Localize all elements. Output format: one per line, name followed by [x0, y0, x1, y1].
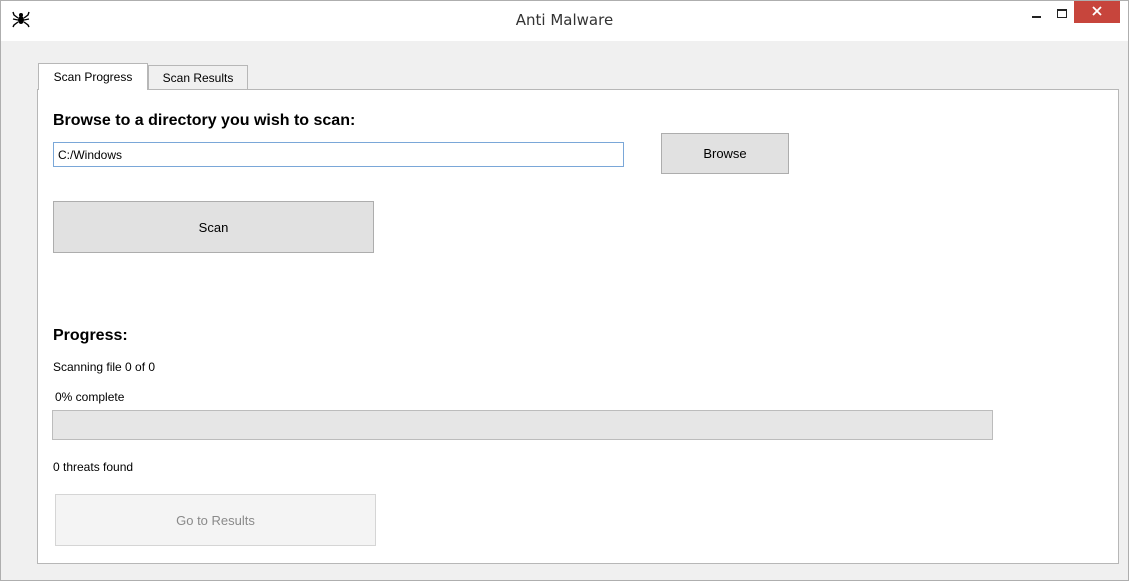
browse-button[interactable]: Browse	[661, 133, 789, 174]
close-icon	[1092, 3, 1102, 21]
progress-heading: Progress:	[53, 327, 128, 344]
maximize-button[interactable]	[1047, 1, 1077, 25]
tab-scan-progress[interactable]: Scan Progress	[38, 63, 148, 90]
tab-scan-results[interactable]: Scan Results	[148, 65, 248, 89]
go-to-results-button[interactable]: Go to Results	[55, 494, 376, 546]
minimize-icon	[1031, 8, 1041, 18]
browse-heading: Browse to a directory you wish to scan:	[53, 112, 356, 129]
title-bar[interactable]: Anti Malware	[1, 1, 1128, 41]
close-button[interactable]	[1074, 1, 1120, 23]
scan-progress-bar	[52, 410, 993, 440]
percent-complete-text: 0% complete	[55, 390, 125, 404]
directory-path-input[interactable]	[53, 142, 624, 167]
threats-found-text: 0 threats found	[53, 460, 134, 474]
app-window: Anti Malware Scan Progress Scan Results …	[0, 0, 1129, 581]
window-title: Anti Malware	[515, 11, 614, 29]
scan-status-text: Scanning file 0 of 0	[53, 360, 156, 374]
scan-button[interactable]: Scan	[53, 201, 374, 253]
maximize-icon	[1057, 8, 1067, 18]
